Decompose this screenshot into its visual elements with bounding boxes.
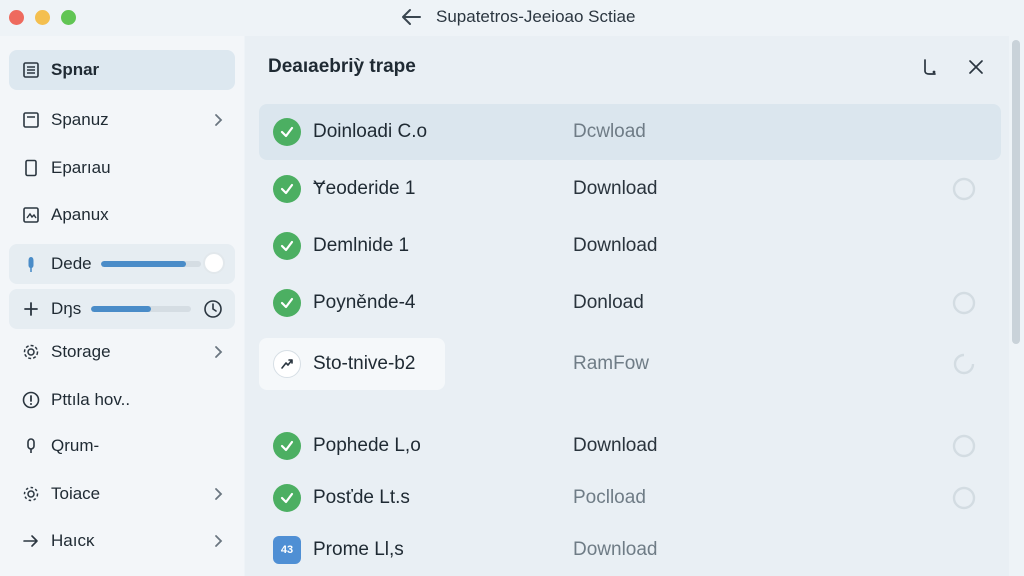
download-row[interactable]: 43 Prome Ll,s Download — [259, 522, 1001, 576]
spinner-icon — [952, 434, 976, 458]
sidebar-item-label: Spanuz — [51, 110, 109, 129]
chevron-right-icon — [215, 114, 223, 126]
sidebar-item-eparau[interactable]: Eparıau — [9, 148, 235, 188]
download-row[interactable]: Posťde Lt.s Poclload — [259, 470, 1001, 526]
arrow-right-icon — [21, 531, 41, 551]
trend-up-icon — [273, 350, 301, 378]
download-name: Demlnide 1 — [313, 235, 410, 256]
page-title: Deaıaebriỳ trape — [268, 56, 416, 77]
sidebar-item-label: Toiace — [51, 484, 101, 503]
zoom-window-button[interactable] — [61, 10, 76, 25]
check-icon — [273, 118, 301, 146]
download-name: Pophede L,o — [313, 435, 421, 456]
badge-icon: 43 — [273, 536, 301, 564]
sidebar-item-label: Dŋs — [51, 299, 82, 318]
alert-icon — [21, 390, 41, 410]
download-action[interactable]: Dcwload — [573, 121, 646, 143]
chevron-right-icon — [215, 346, 223, 358]
spinner-icon — [952, 291, 976, 315]
window-title: Supatetros-Jeeioao Sctiae — [436, 7, 636, 26]
close-panel-button[interactable] — [965, 56, 987, 78]
download-action[interactable]: Donload — [573, 292, 644, 314]
sidebar-item-storage[interactable]: Storage — [9, 332, 235, 372]
scrollbar[interactable] — [1012, 40, 1020, 344]
sidebar-item-label: Qrum- — [51, 436, 100, 455]
dede-toggle-knob[interactable] — [203, 252, 225, 274]
sidebar-item-qrum[interactable]: Qrum- — [9, 426, 235, 466]
dns-progress-fill — [91, 306, 151, 312]
check-icon — [273, 175, 301, 203]
spinner-icon — [952, 177, 976, 201]
image-icon — [21, 205, 41, 225]
gear-icon — [21, 342, 41, 362]
download-row[interactable]: Ɏeoderide 1 Download — [259, 161, 1001, 217]
download-action[interactable]: Download — [573, 539, 658, 561]
download-name: Posťde Lt.s — [313, 487, 410, 508]
check-icon — [273, 484, 301, 512]
sidebar-item-dns[interactable]: Dŋs — [9, 289, 235, 329]
sidebar-item-label: Dede — [51, 254, 92, 273]
sidebar-item-label: Apanux — [51, 205, 109, 224]
sidebar-item-label: Pttıla hov.. — [51, 390, 131, 409]
sidebar-item-label: Spnar — [51, 60, 100, 79]
sidebar-item-apanux[interactable]: Apanux — [9, 195, 235, 235]
chevron-right-icon — [215, 535, 223, 547]
chevron-right-icon — [215, 488, 223, 500]
check-icon — [273, 289, 301, 317]
download-row[interactable]: Poyněnde-4 Donload — [259, 275, 1001, 331]
sidebar-item-pttila[interactable]: Pttıla hov.. — [9, 380, 235, 420]
close-window-button[interactable] — [9, 10, 24, 25]
close-icon — [969, 60, 983, 74]
download-name: Sto-tnive-b2 — [313, 353, 416, 374]
settings-icon — [21, 484, 41, 504]
sidebar: Spnar Spanuz Eparıau Apanux Dede Dŋs Sto… — [0, 36, 244, 576]
download-action[interactable]: Download — [573, 178, 658, 200]
sidebar-item-toiace[interactable]: Toiace — [9, 474, 235, 514]
download-name: Doinloadi C.o — [313, 121, 428, 142]
download-row[interactable]: Demlnide 1 Download — [259, 218, 1001, 274]
sidebar-item-spnar[interactable]: Spnar — [9, 50, 235, 90]
download-action[interactable]: Download — [573, 235, 658, 257]
pin-icon — [924, 59, 936, 75]
minimize-window-button[interactable] — [35, 10, 50, 25]
download-name: Ɏeoderide 1 — [313, 178, 416, 199]
back-arrow-icon[interactable] — [400, 7, 422, 27]
refresh-icon — [953, 353, 975, 375]
download-action[interactable]: RamFow — [573, 353, 649, 375]
download-row[interactable]: Sto-tnive-b2 RamFow — [259, 336, 1001, 392]
spinner-icon — [952, 486, 976, 510]
download-row[interactable]: Doinloadi C.o Dcwload — [259, 104, 1001, 160]
download-action[interactable]: Poclload — [573, 487, 646, 509]
dede-progress-fill — [101, 261, 186, 267]
download-name: Poyněnde-4 — [313, 292, 416, 313]
sidebar-item-dede[interactable]: Dede — [9, 244, 235, 284]
sidebar-item-label: Eparıau — [51, 158, 111, 177]
download-action[interactable]: Download — [573, 435, 658, 457]
window-controls — [9, 10, 76, 25]
mic-icon — [21, 436, 41, 456]
downloads-panel: Deaıaebriỳ trape Doinloadi C.o Dcwload Ɏ… — [245, 36, 1009, 576]
dns-progress-bar — [91, 306, 191, 312]
sidebar-item-haick[interactable]: Haıcĸ — [9, 521, 235, 561]
title-bar: Supatetros-Jeeioao Sctiae — [0, 0, 1024, 36]
document-icon — [21, 110, 41, 130]
list-icon — [21, 60, 41, 80]
download-row[interactable]: Pophede L,o Download — [259, 418, 1001, 474]
title-area: Supatetros-Jeeioao Sctiae — [400, 7, 635, 27]
pin-button[interactable] — [919, 56, 941, 78]
download-name: Prome Ll,s — [313, 539, 404, 560]
sidebar-item-label: Storage — [51, 342, 111, 361]
tablet-icon — [21, 158, 41, 178]
dede-progress-bar — [101, 261, 201, 267]
sidebar-item-label: Haıcĸ — [51, 531, 95, 550]
check-icon — [273, 432, 301, 460]
microphone-icon — [21, 254, 41, 274]
clock-icon — [204, 300, 222, 318]
check-icon — [273, 232, 301, 260]
sidebar-item-spanuz[interactable]: Spanuz — [9, 100, 235, 140]
plus-icon — [21, 299, 41, 319]
